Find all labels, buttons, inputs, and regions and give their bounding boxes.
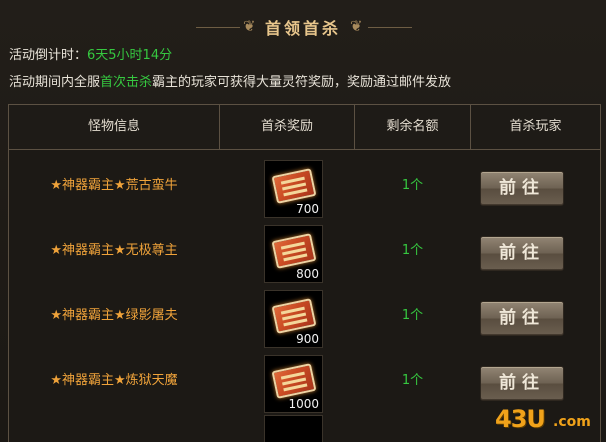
- table-row: ★神器霸主★绿影屠夫 900 1个 前往: [9, 283, 600, 348]
- page-title: 首领首杀: [264, 19, 341, 38]
- monster-name: ★神器霸主★无极尊主: [50, 243, 178, 258]
- remaining-slots: 1个: [401, 178, 424, 193]
- table-row: ★神器霸主★荒古蛮牛 700 1个 前往: [9, 153, 600, 218]
- reward-item-slot[interactable]: 800: [264, 225, 323, 283]
- reward-item-slot[interactable]: 700: [264, 160, 323, 218]
- reward-count: 700: [296, 202, 319, 216]
- column-header-first-kill-player: 首杀玩家: [509, 119, 562, 134]
- spirit-talisman-scroll-icon: [271, 233, 317, 269]
- table-header: 怪物信息 首杀奖励 剩余名额 首杀玩家: [9, 105, 600, 150]
- event-description: 活动期间内全服首次击杀霸主的玩家可获得大量灵符奖励，奖励通过邮件发放: [9, 71, 451, 90]
- column-header-remaining-slots: 剩余名额: [386, 119, 439, 134]
- goto-button[interactable]: 前往: [480, 171, 564, 206]
- remaining-slots: 1个: [401, 373, 424, 388]
- table-row: ★神器霸主★无极尊主 800 1个 前往: [9, 218, 600, 283]
- goto-button[interactable]: 前往: [480, 366, 564, 401]
- column-header-monster-info: 怪物信息: [87, 119, 140, 134]
- remaining-slots: 1个: [401, 243, 424, 258]
- description-highlight: 首次击杀: [100, 75, 153, 90]
- reward-item-slot[interactable]: 1000: [264, 355, 323, 413]
- reward-count: 800: [296, 267, 319, 281]
- watermark-suffix: .com: [553, 414, 591, 430]
- spirit-talisman-scroll-icon: [271, 298, 317, 334]
- first-kill-table: 怪物信息 首杀奖励 剩余名额 首杀玩家 ★神器霸主★荒古蛮牛 700 1个 前往…: [8, 104, 601, 442]
- header-right-ornament-icon: ❦: [350, 17, 363, 35]
- monster-name: ★神器霸主★绿影屠夫: [50, 308, 178, 323]
- reward-count: 900: [296, 332, 319, 346]
- reward-item-slot-partial: [264, 415, 323, 442]
- column-header-first-kill-reward: 首杀奖励: [260, 119, 313, 134]
- goto-button[interactable]: 前往: [480, 236, 564, 271]
- countdown-label: 活动倒计时：: [9, 48, 88, 63]
- reward-count: 1000: [288, 397, 319, 411]
- reward-item-slot[interactable]: 900: [264, 290, 323, 348]
- spirit-talisman-scroll-icon: [271, 168, 317, 204]
- first-kill-panel: ❦ 首领首杀 ❦ 活动倒计时：6天5小时14分 活动期间内全服首次击杀霸主的玩家…: [0, 0, 606, 442]
- monster-name: ★神器霸主★炼狱天魔: [50, 373, 178, 388]
- monster-name: ★神器霸主★荒古蛮牛: [50, 178, 178, 193]
- panel-header: ❦ 首领首杀 ❦: [0, 8, 606, 42]
- site-watermark-logo: 43U .com: [495, 403, 601, 438]
- goto-button[interactable]: 前往: [480, 301, 564, 336]
- countdown-value: 6天5小时14分: [87, 48, 173, 63]
- spirit-talisman-scroll-icon: [271, 363, 317, 399]
- remaining-slots: 1个: [401, 308, 424, 323]
- header-right-divider: [368, 27, 412, 28]
- watermark-main: 43U: [495, 405, 546, 433]
- countdown-line: 活动倒计时：6天5小时14分: [9, 44, 172, 63]
- description-prefix: 活动期间内全服: [9, 75, 101, 90]
- description-suffix: 霸主的玩家可获得大量灵符奖励，奖励通过邮件发放: [152, 75, 452, 90]
